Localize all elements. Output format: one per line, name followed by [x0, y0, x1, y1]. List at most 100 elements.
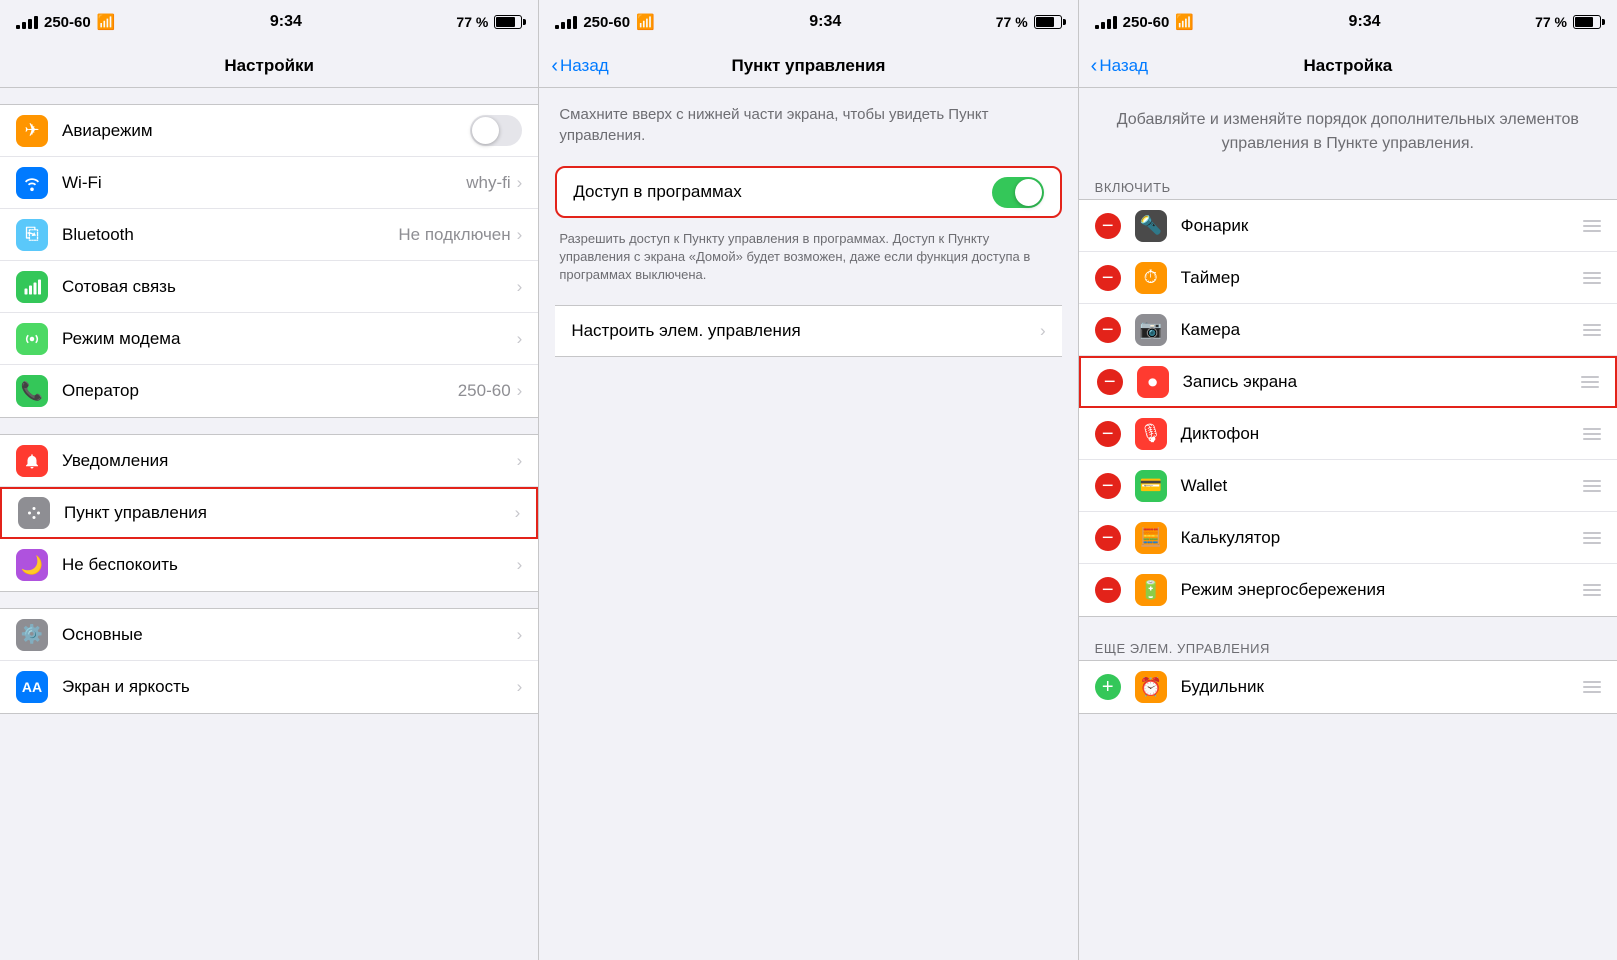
timer-icon: ⏱: [1135, 262, 1167, 294]
airplane-toggle-thumb: [472, 117, 499, 144]
customize-row[interactable]: Настроить элем. управления ›: [555, 305, 1061, 357]
operator-value: 250-60: [458, 381, 511, 401]
control-power[interactable]: − 🔋 Режим энергосбережения: [1079, 564, 1617, 616]
notifications-label: Уведомления: [62, 451, 517, 471]
settings-item-cellular[interactable]: Сотовая связь ›: [0, 261, 538, 313]
nav-title-1: Настройки: [224, 56, 314, 76]
settings-item-bluetooth[interactable]: ⎘ Bluetooth Не подключен ›: [0, 209, 538, 261]
status-bar-2: 250-60 📶 9:34 77 %: [539, 0, 1077, 44]
carrier-3: 250-60: [1123, 14, 1170, 31]
access-toggle-row[interactable]: Доступ в программах: [555, 166, 1061, 218]
panel-customize: 250-60 📶 9:34 77 % ‹ Назад Настройка Доб…: [1079, 0, 1617, 960]
signal-icon-2: [555, 16, 577, 29]
control-calc[interactable]: − 🧮 Калькулятор: [1079, 512, 1617, 564]
access-toggle[interactable]: [992, 177, 1044, 208]
settings-item-wifi[interactable]: Wi-Fi why-fi ›: [0, 157, 538, 209]
operator-chevron: ›: [517, 381, 523, 401]
signal-icon-3: [1095, 16, 1117, 29]
airplane-toggle[interactable]: [470, 115, 522, 146]
settings-item-controlcenter[interactable]: Пункт управления ›: [0, 487, 538, 539]
customize-chevron: ›: [1040, 321, 1046, 341]
bluetooth-icon: ⎘: [16, 219, 48, 251]
remove-calc[interactable]: −: [1095, 525, 1121, 551]
settings-item-modem[interactable]: Режим модема ›: [0, 313, 538, 365]
add-alarm[interactable]: +: [1095, 674, 1121, 700]
remove-timer[interactable]: −: [1095, 265, 1121, 291]
remove-record[interactable]: −: [1097, 369, 1123, 395]
display-chevron: ›: [517, 677, 523, 697]
modem-chevron: ›: [517, 329, 523, 349]
wifi-icon-1: 📶: [97, 13, 116, 31]
settings-group-3: ⚙️ Основные › AA Экран и яркость ›: [0, 608, 538, 714]
settings-item-airplane[interactable]: ✈ Авиарежим: [0, 105, 538, 157]
back-chevron-3: ‹: [1091, 56, 1098, 76]
modem-label: Режим модема: [62, 329, 517, 349]
status-right-2: 77 %: [996, 14, 1062, 30]
drag-voice: [1583, 428, 1601, 440]
display-icon: AA: [16, 671, 48, 703]
drag-power: [1583, 584, 1601, 596]
panel-settings: 250-60 📶 9:34 77 % Настройки ✈ Авиарежим: [0, 0, 539, 960]
include-label: ВКЛЮЧИТЬ: [1079, 172, 1617, 199]
more-controls-list: + ⏰ Будильник: [1079, 660, 1617, 714]
wifi-settings-icon: [16, 167, 48, 199]
voice-icon: 🎙: [1135, 418, 1167, 450]
bluetooth-label: Bluetooth: [62, 225, 398, 245]
controlcenter-chevron: ›: [515, 503, 521, 523]
wifi-chevron: ›: [517, 173, 523, 193]
access-toggle-thumb: [1015, 179, 1042, 206]
back-button-2[interactable]: ‹ Назад: [551, 56, 608, 76]
battery-pct-1: 77 %: [456, 14, 488, 30]
drag-record: [1581, 376, 1599, 388]
control-voice[interactable]: − 🎙 Диктофон: [1079, 408, 1617, 460]
settings-item-notifications[interactable]: Уведомления ›: [0, 435, 538, 487]
settings-item-display[interactable]: AA Экран и яркость ›: [0, 661, 538, 713]
battery-icon-3: [1573, 15, 1601, 29]
control-wallet[interactable]: − 💳 Wallet: [1079, 460, 1617, 512]
remove-camera[interactable]: −: [1095, 317, 1121, 343]
bluetooth-value: Не подключен: [398, 225, 510, 245]
battery-fill-1: [496, 17, 514, 27]
battery-pct-3: 77 %: [1535, 14, 1567, 30]
remove-power[interactable]: −: [1095, 577, 1121, 603]
settings-item-donotdisturb[interactable]: 🌙 Не беспокоить ›: [0, 539, 538, 591]
settings-list-2: Уведомления › Пункт управления › 🌙 Не бе…: [0, 434, 538, 592]
status-right-1: 77 %: [456, 14, 522, 30]
battery-icon-1: [494, 15, 522, 29]
settings-item-operator[interactable]: 📞 Оператор 250-60 ›: [0, 365, 538, 417]
settings-group-1: ✈ Авиарежим Wi-Fi why-fi ›: [0, 104, 538, 418]
wifi-label: Wi-Fi: [62, 173, 466, 193]
status-left-2: 250-60 📶: [555, 13, 654, 31]
alarm-icon: ⏰: [1135, 671, 1167, 703]
drag-calc: [1583, 532, 1601, 544]
airplane-icon: ✈: [16, 115, 48, 147]
voice-label: Диктофон: [1181, 424, 1583, 444]
panel2-inner: Смахните вверх с нижней части экрана, чт…: [539, 88, 1077, 373]
settings-list-1: ✈ Авиарежим Wi-Fi why-fi ›: [0, 104, 538, 418]
nav-bar-1: Настройки: [0, 44, 538, 88]
control-timer[interactable]: − ⏱ Таймер: [1079, 252, 1617, 304]
notifications-icon: [16, 445, 48, 477]
back-button-3[interactable]: ‹ Назад: [1091, 56, 1148, 76]
remove-voice[interactable]: −: [1095, 421, 1121, 447]
alarm-label: Будильник: [1181, 677, 1583, 697]
bluetooth-chevron: ›: [517, 225, 523, 245]
time-1: 9:34: [270, 13, 302, 31]
status-bar-1: 250-60 📶 9:34 77 %: [0, 0, 538, 44]
drag-wallet: [1583, 480, 1601, 492]
customize-content: Добавляйте и изменяйте порядок дополните…: [1079, 88, 1617, 960]
settings-item-general[interactable]: ⚙️ Основные ›: [0, 609, 538, 661]
wifi-icon-2: 📶: [636, 13, 655, 31]
nav-title-3: Настройка: [1303, 56, 1392, 76]
remove-wallet[interactable]: −: [1095, 473, 1121, 499]
control-flashlight[interactable]: − 🔦 Фонарик: [1079, 200, 1617, 252]
signal-icon: [16, 16, 38, 29]
control-camera[interactable]: − 📷 Камера: [1079, 304, 1617, 356]
remove-flashlight[interactable]: −: [1095, 213, 1121, 239]
control-record[interactable]: − ⏺ Запись экрана: [1079, 356, 1617, 408]
battery-icon-2: [1034, 15, 1062, 29]
settings-list-3: ⚙️ Основные › AA Экран и яркость ›: [0, 608, 538, 714]
timer-label: Таймер: [1181, 268, 1583, 288]
controlcenter-label: Пункт управления: [64, 503, 515, 523]
control-alarm[interactable]: + ⏰ Будильник: [1079, 661, 1617, 713]
